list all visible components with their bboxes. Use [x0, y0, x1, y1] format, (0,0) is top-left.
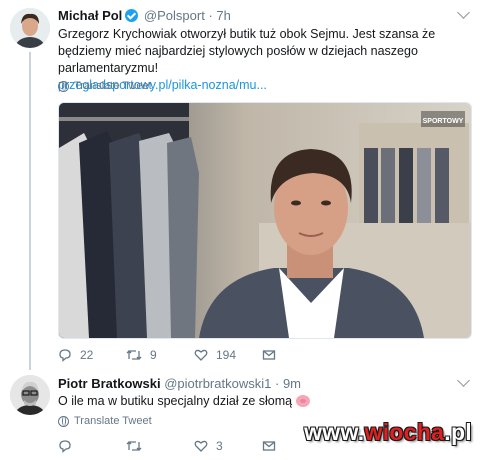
reply-count: 22: [80, 348, 94, 362]
translate-label: Translate Tweet: [74, 80, 152, 92]
share-button[interactable]: [262, 348, 330, 362]
separator-dot: ·: [208, 8, 213, 23]
retweet-icon: [126, 350, 142, 360]
video-still: SPORTOWY: [59, 103, 471, 338]
site-watermark: www.wiocha.pl: [304, 419, 472, 446]
retweet-button[interactable]: [126, 439, 194, 453]
avatar-michal-pol[interactable]: [10, 8, 50, 48]
verified-badge-icon: [125, 9, 139, 22]
share-icon: [262, 441, 276, 451]
retweet-count: 9: [150, 348, 157, 362]
translate-tweet-button[interactable]: Translate Tweet: [58, 80, 152, 92]
media-logo: SPORTOWY: [423, 118, 464, 125]
reply-icon: [59, 440, 71, 453]
tweet-timestamp[interactable]: 9m: [283, 376, 301, 391]
reply-button[interactable]: [58, 439, 126, 453]
retweet-button[interactable]: 9: [126, 348, 194, 362]
globe-icon: [58, 80, 69, 92]
share-icon: [262, 350, 276, 360]
watermark-suffix: .pl: [444, 419, 472, 445]
chevron-down-icon[interactable]: [457, 374, 470, 387]
globe-icon: [58, 415, 69, 427]
like-button[interactable]: 194: [194, 348, 262, 362]
translate-label: Translate Tweet: [74, 415, 152, 427]
like-count: 194: [216, 348, 237, 362]
avatar-piotr-bratkowski[interactable]: [10, 375, 50, 415]
tweet-body: O ile ma w butiku specjalny dział ze sło…: [58, 394, 293, 408]
tweet-actions: 22 9 194: [58, 348, 330, 362]
tweet-piotr-bratkowski[interactable]: Piotr Bratkowski @piotrbratkowski1 · 9m …: [0, 370, 480, 460]
watermark-prefix: www.: [304, 419, 365, 445]
author-name[interactable]: Piotr Bratkowski: [58, 376, 161, 391]
tweet-header: Piotr Bratkowski @piotrbratkowski1 · 9m: [58, 376, 301, 391]
chevron-down-icon[interactable]: [457, 6, 470, 19]
separator-dot: ·: [274, 376, 280, 391]
tweet-timestamp[interactable]: 7h: [216, 8, 230, 23]
translate-tweet-button[interactable]: Translate Tweet: [58, 415, 152, 427]
author-name[interactable]: Michał Pol: [58, 8, 122, 23]
author-handle[interactable]: @Polsport: [144, 8, 205, 23]
pig-emoji-icon: [295, 395, 310, 407]
tweet-media-image[interactable]: SPORTOWY: [58, 102, 472, 339]
like-count: 3: [216, 439, 223, 453]
retweet-icon: [126, 441, 142, 451]
tweet-michal-pol[interactable]: Michał Pol @Polsport · 7h Grzegorz Krych…: [0, 0, 480, 370]
tweet-text: O ile ma w butiku specjalny dział ze sło…: [58, 393, 468, 410]
tweet-header: Michał Pol @Polsport · 7h: [58, 8, 231, 23]
like-button[interactable]: 3: [194, 439, 262, 453]
like-icon: [194, 440, 208, 452]
like-icon: [194, 349, 208, 361]
thread-line: [29, 52, 31, 370]
author-handle[interactable]: @piotrbratkowski1: [164, 376, 271, 391]
watermark-brand: wiocha: [364, 419, 445, 445]
tweet-actions: 3: [58, 439, 330, 453]
reply-icon: [59, 349, 71, 362]
reply-button[interactable]: 22: [58, 348, 126, 362]
tweet-body: Grzegorz Krychowiak otworzył butik tuż o…: [58, 27, 436, 75]
